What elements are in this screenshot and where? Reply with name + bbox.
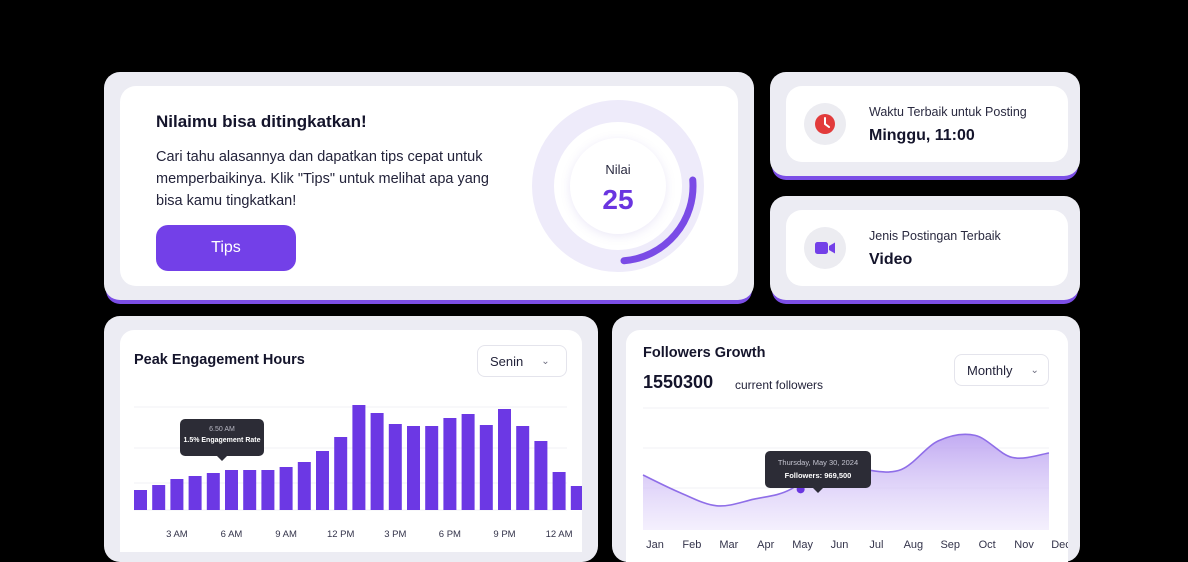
x-tick-label: Jun <box>831 539 849 551</box>
engagement-bar <box>316 451 329 510</box>
engagement-bar <box>152 485 166 510</box>
x-tick-label: 6 PM <box>439 529 461 540</box>
followers-chart: Jan Feb Mar Apr May Jun Jul Aug Sep Oct Nov Dec <box>642 407 1068 551</box>
best-time-value: Minggu, 11:00 <box>869 127 975 144</box>
peak-tooltip: 6.50 AM 1.5% Engagement Rate <box>180 419 264 461</box>
x-tick-label: 3 PM <box>384 529 406 540</box>
engagement-bar <box>443 418 457 510</box>
followers-tooltip-date: Thursday, May 30, 2024 <box>777 458 859 467</box>
x-tick-label: Mar <box>719 539 738 551</box>
best-time-card: Waktu Terbaik untuk Posting Minggu, 11:0… <box>786 86 1068 162</box>
x-tick-label: Dec <box>1051 539 1068 551</box>
engagement-bar <box>425 426 439 510</box>
engagement-bar <box>170 479 184 510</box>
video-camera-icon <box>804 227 846 269</box>
gauge-label: Nilai <box>605 162 631 177</box>
engagement-bar <box>352 405 366 510</box>
engagement-bar <box>279 467 293 510</box>
score-description: Cari tahu alasannya dan dapatkan tips ce… <box>156 149 489 209</box>
engagement-bar <box>407 426 420 510</box>
engagement-bar <box>570 486 582 510</box>
engagement-bar <box>225 470 238 510</box>
best-type-card: Jenis Postingan Terbaik Video <box>786 210 1068 286</box>
best-type-value: Video <box>869 251 913 268</box>
engagement-bar <box>534 441 548 510</box>
x-tick-label: Feb <box>682 539 701 551</box>
engagement-bar <box>297 462 311 510</box>
best-type-label: Jenis Postingan Terbaik <box>869 229 1001 243</box>
peak-engagement-card: Peak Engagement Hours Senin ⌄ 3 AM 6 AM 9 … <box>120 330 582 552</box>
best-time-label: Waktu Terbaik untuk Posting <box>869 105 1027 119</box>
engagement-bar <box>552 472 566 510</box>
x-tick-label: Jul <box>869 539 883 551</box>
followers-card: Followers Growth 1550300 current followe… <box>626 330 1068 562</box>
engagement-bar <box>334 437 348 510</box>
x-tick-label: 3 AM <box>166 529 188 540</box>
engagement-bar <box>370 413 384 510</box>
followers-tooltip-value: Followers: 969,500 <box>784 471 852 480</box>
engagement-bar <box>479 425 493 510</box>
x-tick-label: Aug <box>904 539 924 551</box>
engagement-bar <box>188 476 202 510</box>
engagement-bar <box>243 470 257 510</box>
engagement-bar <box>516 426 530 510</box>
peak-tooltip-rate: 1.5% Engagement Rate <box>183 437 261 444</box>
x-tick-label: 12 PM <box>327 529 355 540</box>
score-card: Nilaimu bisa ditingkatkan! Cari tahu ala… <box>120 86 738 286</box>
x-tick-label: May <box>792 539 813 551</box>
engagement-bar <box>134 490 147 510</box>
x-tick-label: 9 PM <box>493 529 515 540</box>
x-tick-label: 9 AM <box>275 529 297 540</box>
engagement-bar <box>261 470 275 510</box>
score-title: Nilaimu bisa ditingkatkan! <box>156 112 367 131</box>
x-tick-label: Sep <box>940 539 960 551</box>
engagement-bar <box>461 414 475 510</box>
x-tick-label: Oct <box>979 539 996 551</box>
engagement-bar <box>206 473 220 510</box>
x-tick-label: 12 AM <box>546 529 573 540</box>
x-tick-label: Jan <box>646 539 664 551</box>
gauge-value: 25 <box>602 184 634 215</box>
followers-tooltip: Thursday, May 30, 2024 Followers: 969,50… <box>765 451 871 493</box>
clock-icon <box>804 103 846 145</box>
peak-tooltip-time: 6.50 AM <box>209 426 235 433</box>
tips-button[interactable]: Tips <box>156 225 296 271</box>
engagement-bar <box>388 424 402 510</box>
engagement-bar <box>498 409 511 510</box>
x-tick-label: Nov <box>1014 539 1034 551</box>
x-tick-label: Apr <box>757 539 774 551</box>
x-tick-label: 6 AM <box>221 529 243 540</box>
